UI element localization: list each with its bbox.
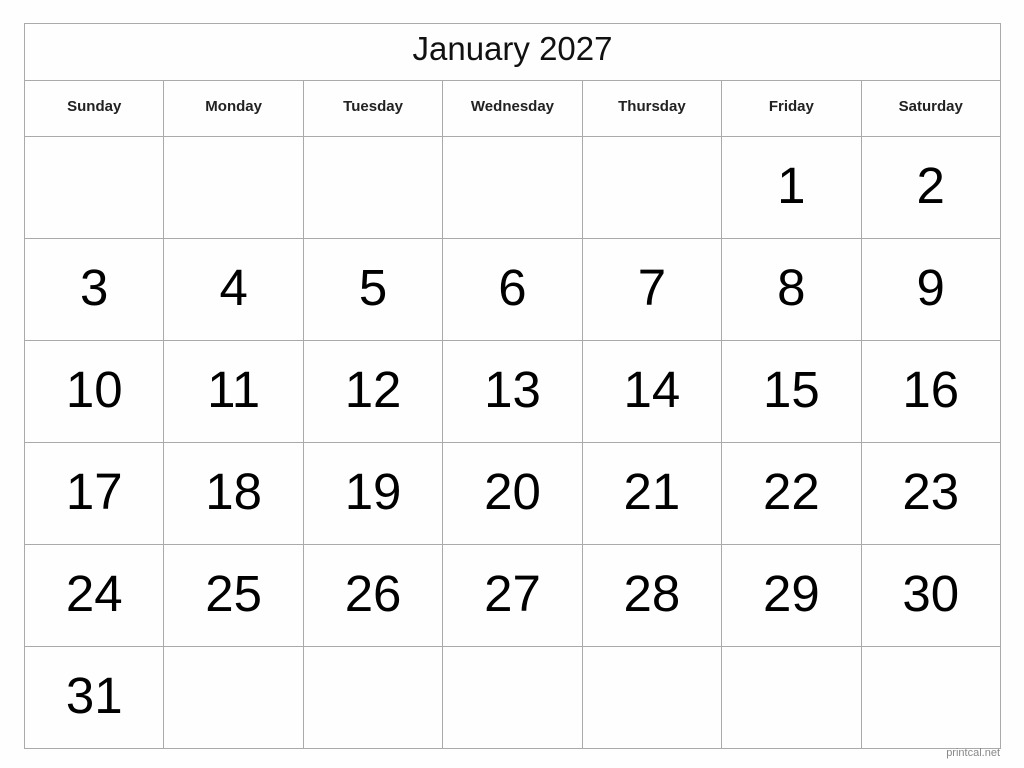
day-cell: 6 bbox=[443, 239, 583, 340]
weekday-header-row: Sunday Monday Tuesday Wednesday Thursday… bbox=[25, 81, 1000, 137]
day-cell: 8 bbox=[722, 239, 862, 340]
day-cell: 25 bbox=[164, 545, 304, 646]
day-cell: 22 bbox=[722, 443, 862, 544]
day-cell: 4 bbox=[164, 239, 304, 340]
day-cell bbox=[862, 647, 1000, 748]
day-cell bbox=[443, 647, 583, 748]
day-cell bbox=[722, 647, 862, 748]
day-cell: 2 bbox=[916, 157, 945, 214]
day-cell: 31 bbox=[25, 647, 165, 748]
weekday-sunday: Sunday bbox=[25, 81, 165, 136]
weekday-monday: Monday bbox=[164, 81, 304, 136]
day-cell: 24 bbox=[25, 545, 165, 646]
day-cell bbox=[583, 137, 723, 238]
day-cell: 18 bbox=[164, 443, 304, 544]
calendar: January 2027 Sunday Monday Tuesday Wedne… bbox=[24, 23, 1001, 749]
day-cell: 7 bbox=[583, 239, 723, 340]
day-cell bbox=[304, 137, 444, 238]
day-cell: 19 bbox=[304, 443, 444, 544]
day-cell: 13 bbox=[443, 341, 583, 442]
day-cell bbox=[164, 137, 304, 238]
weekday-saturday: Saturday bbox=[898, 98, 963, 115]
credit-text: printcal.net bbox=[946, 747, 1000, 759]
day-cell bbox=[583, 647, 723, 748]
day-cell: 5 bbox=[304, 239, 444, 340]
weekday-wednesday: Wednesday bbox=[443, 81, 583, 136]
day-cell bbox=[25, 137, 165, 238]
day-cell: 16 bbox=[902, 361, 960, 418]
day-cell: 26 bbox=[304, 545, 444, 646]
day-cell: 10 bbox=[25, 341, 165, 442]
week-row: 31 bbox=[25, 647, 1000, 748]
day-cell: 14 bbox=[583, 341, 723, 442]
day-cell: 27 bbox=[443, 545, 583, 646]
day-cell: 17 bbox=[25, 443, 165, 544]
week-row: 10 11 12 13 14 15 16 bbox=[25, 341, 1000, 443]
day-cell: 20 bbox=[443, 443, 583, 544]
day-cell: 11 bbox=[164, 341, 304, 442]
calendar-title: January 2027 bbox=[25, 24, 1000, 81]
week-row: 3456789 bbox=[25, 239, 1000, 341]
day-cell: 12 bbox=[304, 341, 444, 442]
day-cell: 21 bbox=[583, 443, 723, 544]
day-cell bbox=[304, 647, 444, 748]
weekday-tuesday: Tuesday bbox=[304, 81, 444, 136]
day-cell: 29 bbox=[722, 545, 862, 646]
week-row: 12 bbox=[25, 137, 1000, 239]
day-cell: 15 bbox=[722, 341, 862, 442]
day-cell bbox=[443, 137, 583, 238]
weekday-thursday: Thursday bbox=[583, 81, 723, 136]
week-row: 24 25 26 27 28 29 30 bbox=[25, 545, 1000, 647]
day-cell: 3 bbox=[25, 239, 165, 340]
week-row: 17 18 19 20 21 22 23 bbox=[25, 443, 1000, 545]
day-cell bbox=[164, 647, 304, 748]
weekday-friday: Friday bbox=[722, 81, 862, 136]
day-cell: 9 bbox=[916, 259, 945, 316]
day-cell: 28 bbox=[583, 545, 723, 646]
day-cell: 30 bbox=[902, 565, 960, 622]
day-cell: 1 bbox=[722, 137, 862, 238]
day-cell: 23 bbox=[902, 463, 960, 520]
